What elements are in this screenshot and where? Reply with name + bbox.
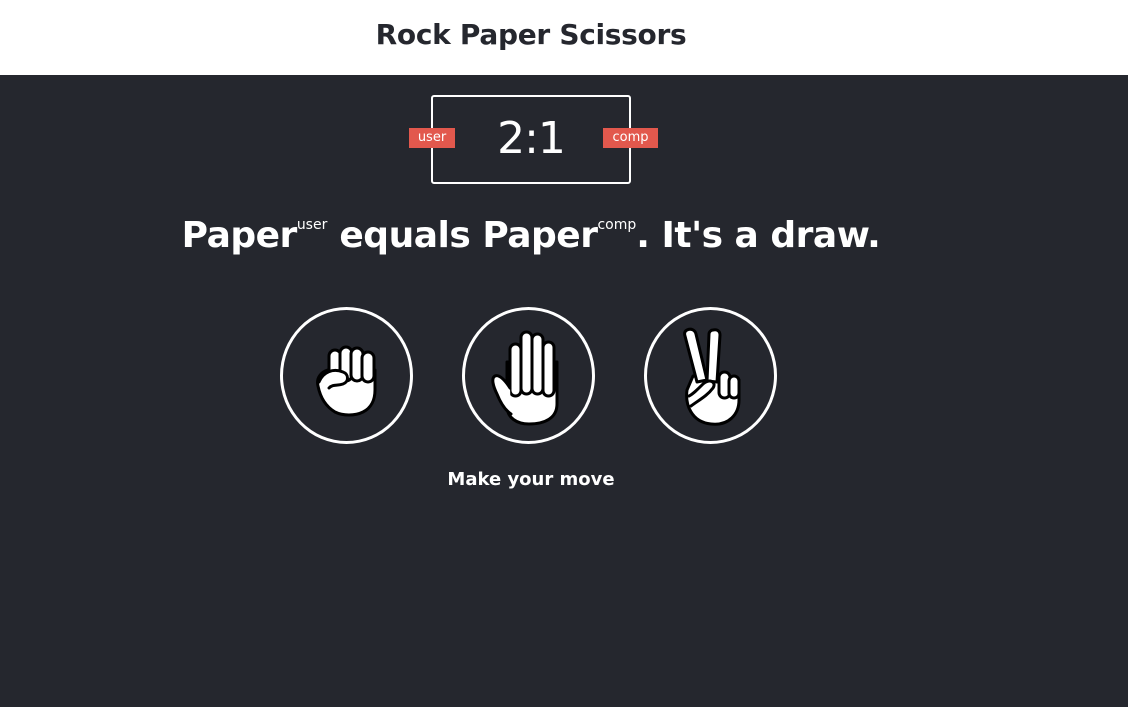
header: Rock Paper Scissors: [0, 0, 1128, 75]
scoreboard: 2:1: [431, 95, 631, 184]
result-comp-tag: comp: [597, 217, 637, 233]
result-verb: equals: [327, 215, 483, 256]
result-comp-choice: Paper: [482, 215, 598, 256]
score-value: 2:1: [497, 113, 566, 164]
paper-open-hand-icon: [491, 330, 559, 426]
app-title: Rock Paper Scissors: [375, 18, 687, 51]
result-outcome: . It's a draw.: [636, 215, 881, 256]
action-message: Make your move: [447, 469, 615, 490]
comp-score-badge: comp: [603, 128, 658, 148]
result-user-choice: Paper: [181, 215, 298, 256]
user-score-badge: user: [409, 128, 455, 148]
result-user-tag: user: [296, 217, 328, 233]
rock-choice-button[interactable]: [280, 307, 413, 444]
rock-fist-icon: [316, 345, 377, 417]
result-message: Paperuser equals Papercomp. It's a draw.: [0, 212, 1062, 260]
scissors-peace-hand-icon: [683, 327, 741, 426]
paper-choice-button[interactable]: [462, 307, 595, 444]
scissors-choice-button[interactable]: [644, 307, 777, 444]
